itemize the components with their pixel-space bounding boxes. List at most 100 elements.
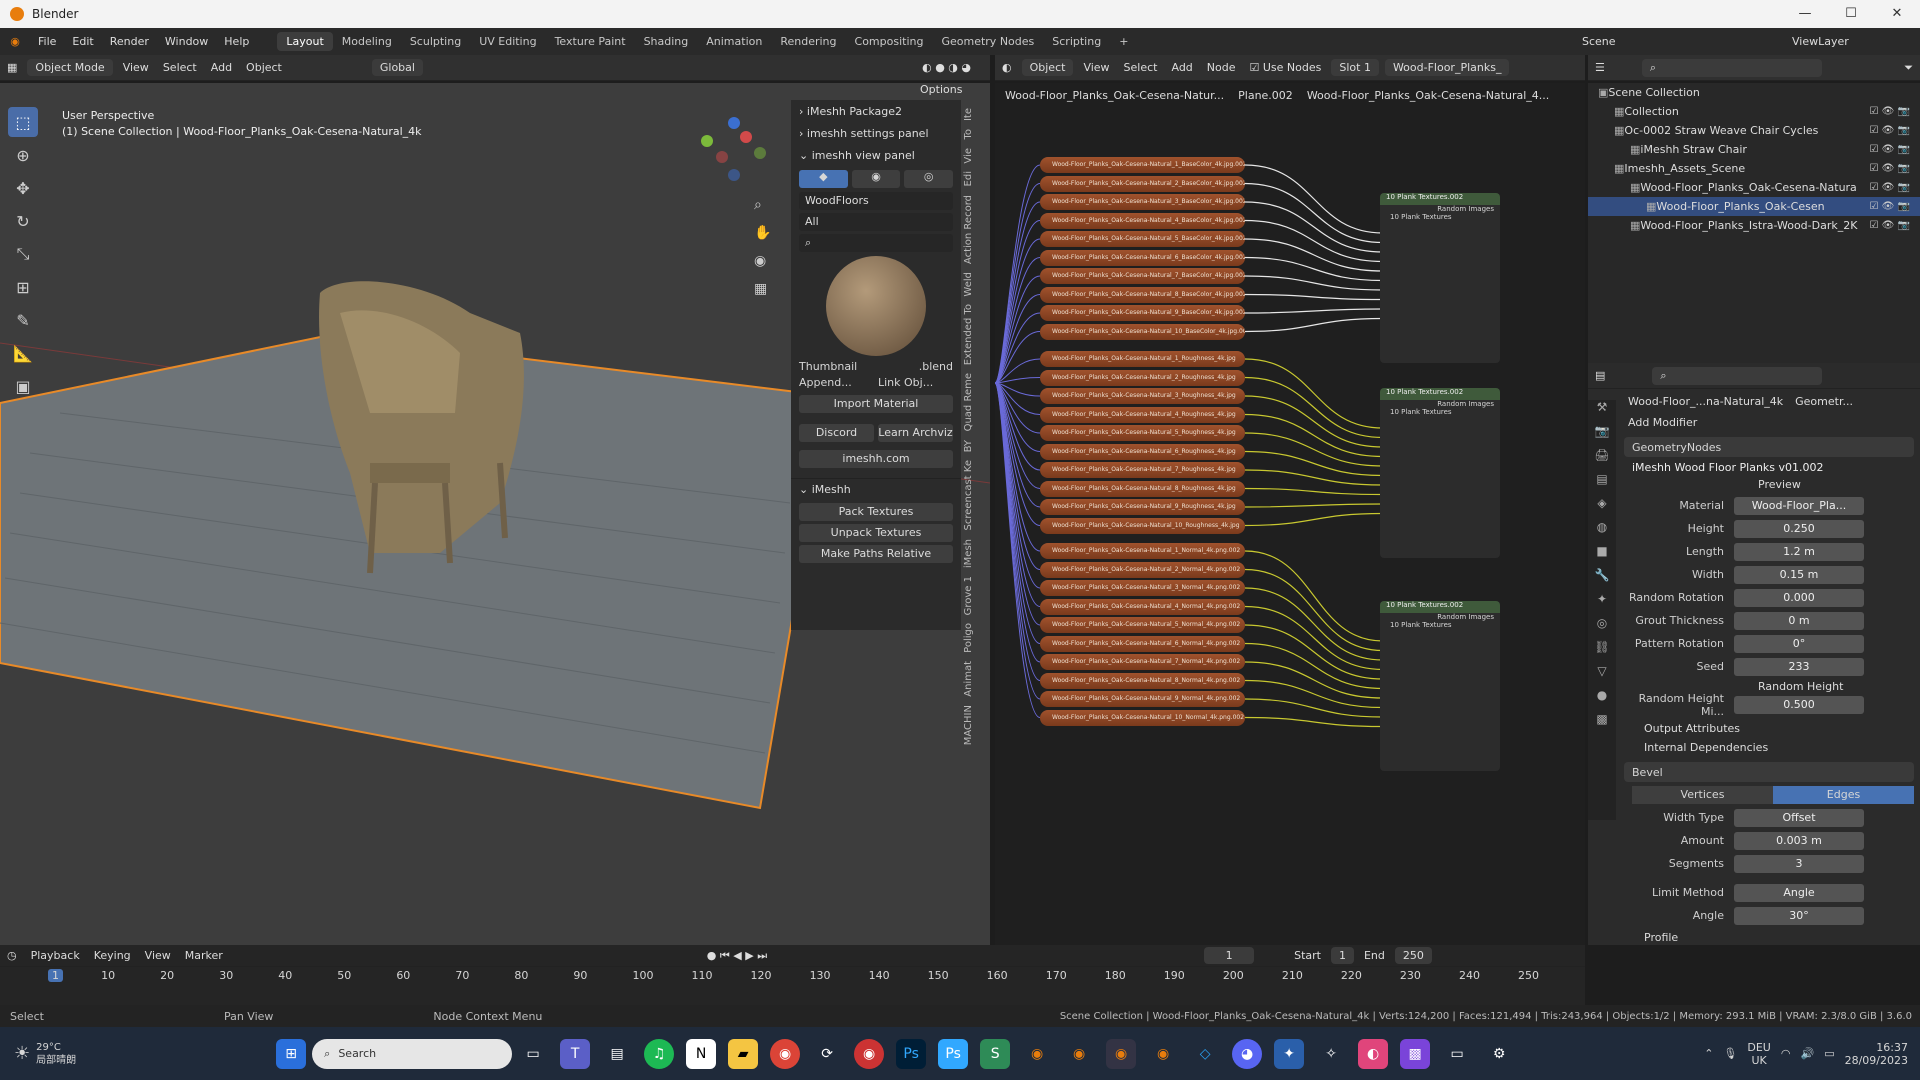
playback-controls[interactable]: ● ⏮ ◀ ▶ ⏭ <box>700 947 774 965</box>
blender-taskbar-icon-2[interactable]: ◉ <box>1064 1039 1094 1069</box>
image-texture-node[interactable]: Wood-Floor_Planks_Oak-Cesena-Natural_3_N… <box>1040 580 1245 596</box>
tab-texture-paint[interactable]: Texture Paint <box>546 32 635 51</box>
field-value[interactable]: 233 <box>1734 657 1864 676</box>
outliner-row[interactable]: ▦ Imeshh_Assets_Scene ☑ 👁 📷 <box>1588 159 1920 178</box>
outliner-row[interactable]: ▦ Wood-Floor_Planks_Oak-Cesen ☑ 👁 📷 <box>1588 197 1920 216</box>
visibility-toggles[interactable]: ☑ 👁 📷 <box>1870 144 1910 155</box>
image-texture-node[interactable]: Wood-Floor_Planks_Oak-Cesena-Natural_1_N… <box>1040 543 1245 559</box>
battery-icon[interactable]: ▭ <box>1824 1047 1834 1060</box>
image-texture-node[interactable]: Wood-Floor_Planks_Oak-Cesena-Natural_3_R… <box>1040 388 1245 404</box>
rotate-tool-icon[interactable]: ↻ <box>8 206 38 236</box>
physics-tab-icon[interactable]: ◎ <box>1588 616 1616 640</box>
field-value[interactable]: Angle <box>1734 883 1864 902</box>
node-menu-add[interactable]: Add <box>1164 59 1199 76</box>
tab-layout[interactable]: Layout <box>277 32 333 51</box>
sidebar-tab-item[interactable]: Ite <box>963 108 974 121</box>
annotate-tool-icon[interactable]: ✎ <box>8 305 38 335</box>
visibility-toggles[interactable]: ☑ 👁 📷 <box>1870 163 1910 174</box>
sidebar-tab-animation[interactable]: Animat <box>963 661 974 697</box>
tab-uv-editing[interactable]: UV Editing <box>470 32 545 51</box>
visibility-toggles[interactable]: ☑ 👁 📷 <box>1870 106 1910 117</box>
orientation-dropdown[interactable]: Global <box>371 59 423 76</box>
group-node-basecolor[interactable]: 10 Plank Textures.002 Random Images 10 P… <box>1380 193 1500 363</box>
node-menu-node[interactable]: Node <box>1200 59 1243 76</box>
blender-menu-icon[interactable]: ◉ <box>0 35 30 48</box>
field-value[interactable]: 0.003 m <box>1734 831 1864 850</box>
bevel-modifier-header[interactable]: Bevel <box>1624 762 1914 782</box>
preview-checkbox[interactable]: Preview <box>1758 478 1920 491</box>
outliner-row[interactable]: ▦ Oc-0002 Straw Weave Chair Cycles ☑ 👁 📷 <box>1588 121 1920 140</box>
image-texture-node[interactable]: Wood-Floor_Planks_Oak-Cesena-Natural_10_… <box>1040 323 1245 340</box>
timeline-type-icon[interactable]: ◷ <box>0 947 24 964</box>
node-editor[interactable]: Wood-Floor_Planks_Oak-Cesena-Natur... Pl… <box>995 83 1585 945</box>
image-texture-node[interactable]: Wood-Floor_Planks_Oak-Cesena-Natural_8_N… <box>1040 672 1245 689</box>
image-texture-node[interactable]: Wood-Floor_Planks_Oak-Cesena-Natural_10_… <box>1040 517 1245 534</box>
sidebar-tab-quad-remesh[interactable]: Quad Reme <box>963 373 974 431</box>
minimize-button[interactable]: — <box>1782 0 1828 28</box>
node-menu-view[interactable]: View <box>1076 59 1116 76</box>
tray-app-icon[interactable]: ✧ <box>1316 1039 1346 1069</box>
notepad-icon[interactable]: ▤ <box>602 1039 632 1069</box>
outliner-search-input[interactable]: ⌕ <box>1641 58 1822 77</box>
field-value[interactable]: Wood-Floor_Pla... <box>1734 496 1864 515</box>
viewport-nav-buttons[interactable]: ⌕ ✋ ◉ ▦ <box>754 191 771 303</box>
panel-imeshh-view[interactable]: ⌄ imeshh view panel <box>791 144 961 166</box>
sync-icon[interactable]: ⟳ <box>812 1039 842 1069</box>
append-button[interactable]: Append... <box>799 376 874 389</box>
image-texture-node[interactable]: Wood-Floor_Planks_Oak-Cesena-Natural_9_N… <box>1040 691 1245 707</box>
image-texture-node[interactable]: Wood-Floor_Planks_Oak-Cesena-Natural_4_N… <box>1040 598 1245 615</box>
vscode-icon[interactable]: ◇ <box>1190 1039 1220 1069</box>
current-frame-field[interactable]: 1 <box>1204 947 1255 964</box>
gn-modifier-header[interactable]: GeometryNodes <box>1624 437 1914 457</box>
tab-compositing[interactable]: Compositing <box>846 32 933 51</box>
imeshh-site-button[interactable]: imeshh.com <box>799 450 953 468</box>
properties-type-icon[interactable]: ▤ <box>1588 367 1612 384</box>
image-texture-node[interactable]: Wood-Floor_Planks_Oak-Cesena-Natural_10_… <box>1040 709 1245 726</box>
field-value[interactable]: 0.250 <box>1734 519 1864 538</box>
random-height-checkbox[interactable]: Random Height <box>1758 680 1920 693</box>
microphone-icon[interactable]: 🎙 <box>1723 1047 1737 1060</box>
photoshop-icon[interactable]: Ps <box>896 1038 927 1069</box>
menu-help[interactable]: Help <box>216 35 257 48</box>
constraints-tab-icon[interactable]: ⛓ <box>1588 640 1616 664</box>
timeline-menu-playback[interactable]: Playback <box>24 947 87 964</box>
material-selector[interactable]: Wood-Floor_Planks_ <box>1384 59 1510 76</box>
spotify-icon[interactable]: ♫ <box>644 1038 675 1069</box>
sidebar-tab-by[interactable]: BY <box>963 440 974 452</box>
field-value[interactable]: 30° <box>1734 906 1864 925</box>
teams-icon[interactable]: T <box>560 1038 591 1069</box>
field-value[interactable]: 0.500 <box>1734 695 1864 714</box>
menu-file[interactable]: File <box>30 35 64 48</box>
use-nodes-checkbox[interactable]: ☑ Use Nodes <box>1243 59 1329 76</box>
cursor-tool-icon[interactable]: ⊕ <box>8 140 38 170</box>
settings-icon[interactable]: ⚙ <box>1484 1039 1514 1069</box>
timeline[interactable]: ◷ Playback Keying View Marker ● ⏮ ◀ ▶ ⏭ … <box>0 945 1585 1005</box>
sidebar-tab-machin3[interactable]: MACHIN <box>963 705 974 745</box>
outliner-type-icon[interactable]: ☰ <box>1588 59 1612 76</box>
image-texture-node[interactable]: Wood-Floor_Planks_Oak-Cesena-Natural_4_R… <box>1040 406 1245 423</box>
media-icon[interactable]: ▩ <box>1400 1038 1431 1069</box>
image-texture-node[interactable]: Wood-Floor_Planks_Oak-Cesena-Natural_9_B… <box>1040 305 1245 321</box>
panel-imeshh-settings[interactable]: › imeshh settings panel <box>791 122 961 144</box>
discord-button[interactable]: Discord <box>799 424 874 442</box>
profile-panel[interactable]: Profile <box>1644 931 1920 944</box>
link-object-button[interactable]: Link Obj... <box>878 376 953 389</box>
timeline-menu-view[interactable]: View <box>138 947 178 964</box>
clock[interactable]: 16:37 28/09/2023 <box>1845 1041 1908 1067</box>
start-button-icon[interactable]: ⊞ <box>276 1038 307 1069</box>
image-texture-node[interactable]: Wood-Floor_Planks_Oak-Cesena-Natural_6_B… <box>1040 249 1245 266</box>
field-value[interactable]: 0.15 m <box>1734 565 1864 584</box>
sidebar-tab-view[interactable]: Vie <box>963 148 974 164</box>
texture-tab-icon[interactable]: ▩ <box>1588 712 1616 736</box>
object-tab-icon[interactable]: ■ <box>1588 544 1616 568</box>
outliner-row[interactable]: ▣ Scene Collection <box>1588 83 1920 102</box>
scene-tab-icon[interactable]: ◈ <box>1588 496 1616 520</box>
weather-widget[interactable]: ☀ 29°C 局部晴朗 <box>14 1041 76 1067</box>
node-group-selector[interactable]: iMeshh Wood Floor Planks v01.002 <box>1632 461 1914 474</box>
file-explorer-icon[interactable]: ▰ <box>728 1038 759 1069</box>
scale-tool-icon[interactable]: ⤡ <box>8 239 38 269</box>
group-node-roughness[interactable]: 10 Plank Textures.002 Random Images 10 P… <box>1380 388 1500 558</box>
bevel-modifier-name[interactable]: Bevel <box>1632 766 1663 779</box>
sidebar-tab-edit[interactable]: Edi <box>963 171 974 186</box>
scene-selector[interactable]: Scene <box>1582 35 1616 48</box>
